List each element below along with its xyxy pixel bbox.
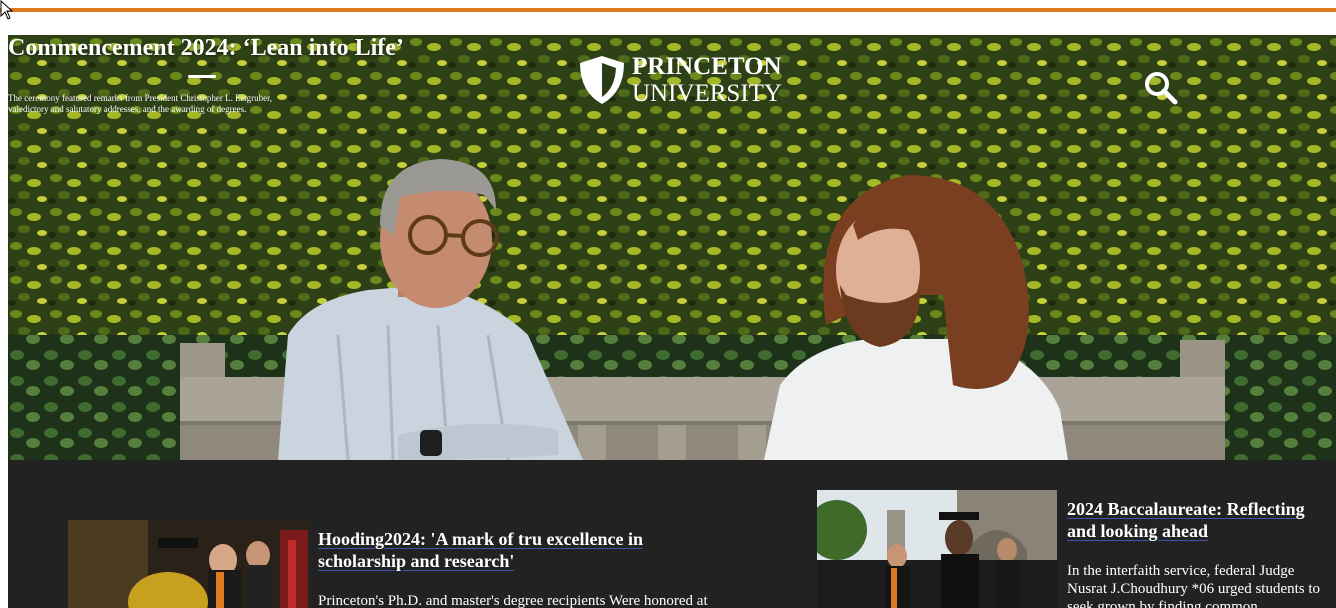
logo-line-2: UNIVERSITY (632, 80, 782, 107)
mouse-cursor-icon (0, 0, 14, 20)
news-title-hooding[interactable]: Hooding2024: 'A mark of tru excellence i… (318, 528, 718, 572)
hamburger-menu-icon[interactable] (188, 75, 216, 93)
baccalaureate-photo[interactable] (817, 490, 1057, 608)
news-summary-baccalaureate: In the interfaith service, federal Judge… (1067, 563, 1321, 608)
search-icon[interactable] (1144, 71, 1178, 105)
princeton-logo[interactable]: PRINCETON UNIVERSITY (578, 53, 782, 107)
hero-title[interactable]: Commencement 2024: ‘Lean into Life’ (8, 35, 404, 62)
news-section: Hooding2024: 'A mark of tru excellence i… (8, 460, 1336, 608)
logo-line-1: PRINCETON (632, 53, 782, 80)
news-summary-hooding: Princeton's Ph.D. and master's degree re… (318, 593, 708, 608)
top-accent-bar (0, 8, 1336, 12)
hero-description: The ceremony featured remarks from Presi… (8, 93, 273, 114)
hero-banner[interactable]: Commencement 2024: ‘Lean into Life’ The … (8, 35, 1336, 460)
news-title-baccalaureate[interactable]: 2024 Baccalaureate: Reflecting and looki… (1067, 498, 1327, 542)
hooding-photo[interactable] (68, 520, 308, 608)
shield-icon (580, 56, 624, 104)
